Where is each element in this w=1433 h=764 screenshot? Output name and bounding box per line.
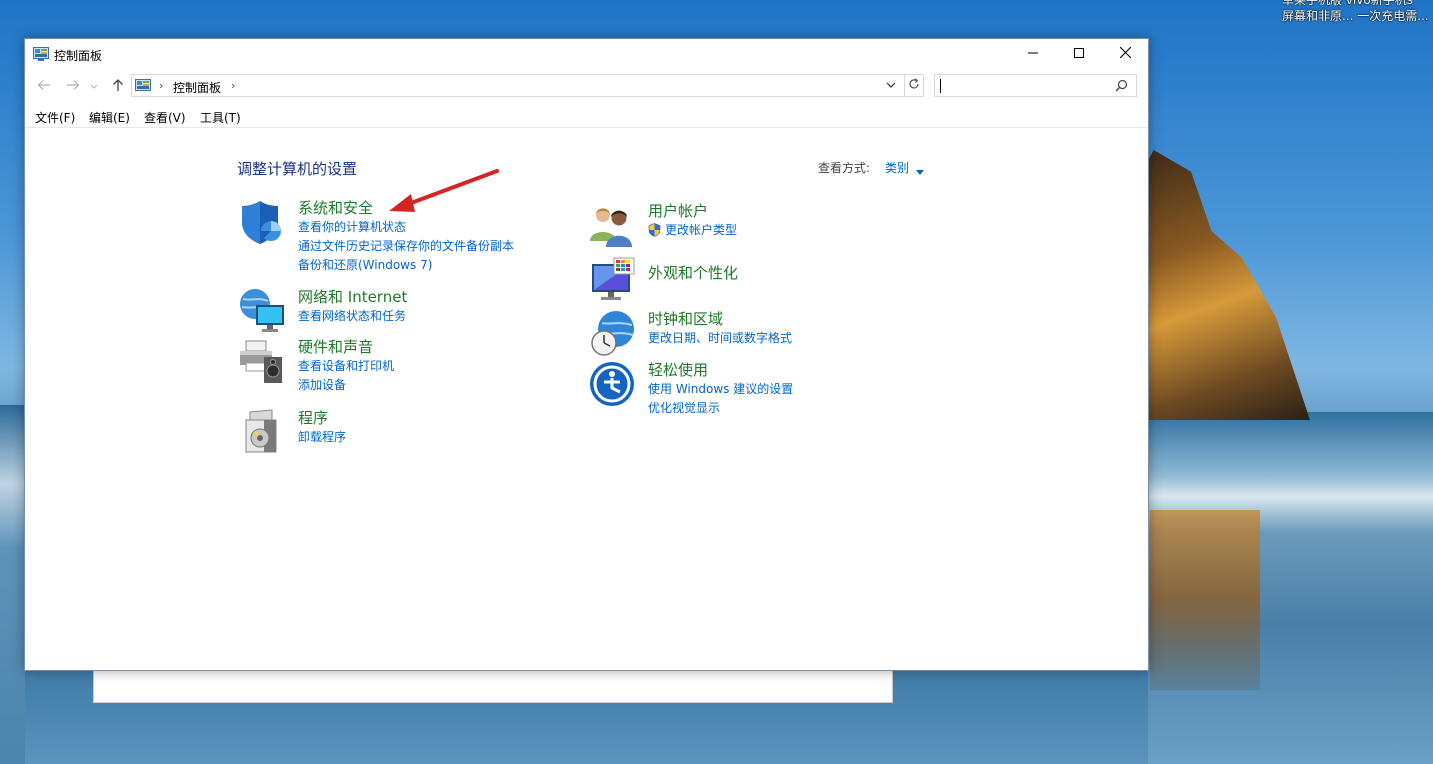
control-panel-icon: [135, 79, 151, 96]
category-link[interactable]: 优化视觉显示: [648, 399, 948, 418]
category-text: 时钟和区域 更改日期、时间或数字格式: [648, 309, 948, 348]
maximize-button[interactable]: [1056, 39, 1102, 69]
category-title[interactable]: 轻松使用: [648, 360, 948, 380]
back-button[interactable]: [35, 78, 53, 94]
minimize-button[interactable]: [1010, 39, 1056, 69]
category-title[interactable]: 用户帐户: [648, 201, 948, 221]
address-bar[interactable]: › 控制面板 ›: [131, 74, 905, 97]
minimize-icon: [1028, 47, 1038, 61]
refresh-button[interactable]: [904, 74, 924, 97]
control-panel-content: 调整计算机的设置 查看方式: 类别 系统和安全 查看你的计算机状态 通过文件历史…: [25, 128, 1148, 671]
breadcrumb-control-panel[interactable]: 控制面板: [173, 79, 221, 96]
desktop-notification-line1: 草莱手机版 vivo新手机s: [1282, 0, 1413, 7]
breadcrumb-separator-icon[interactable]: ›: [231, 79, 235, 92]
uac-shield-icon: [648, 223, 661, 243]
close-icon: [1119, 46, 1131, 61]
category-link[interactable]: 更改帐户类型: [648, 221, 948, 240]
title-bar[interactable]: 控制面板: [25, 39, 1148, 69]
menu-tools[interactable]: 工具(T): [200, 109, 241, 126]
search-input[interactable]: [938, 77, 1108, 94]
annotation-arrow-icon: [385, 168, 505, 221]
forward-button[interactable]: [64, 78, 82, 94]
category-title[interactable]: 网络和 Internet: [298, 287, 598, 307]
category-title[interactable]: 硬件和声音: [298, 337, 598, 357]
desktop-background-reflection: [1150, 510, 1260, 690]
category-link[interactable]: 更改日期、时间或数字格式: [648, 329, 948, 348]
menu-file[interactable]: 文件(F): [35, 109, 75, 126]
refresh-icon: [908, 78, 920, 93]
chevron-down-icon[interactable]: [916, 164, 924, 178]
desktop-notification-text[interactable]: 草莱手机版 vivo新手机s 屏幕和非原... 一次充电需...: [1282, 0, 1433, 24]
menu-view[interactable]: 查看(V): [144, 109, 186, 126]
forward-arrow-icon: [66, 79, 80, 94]
navigation-bar: › 控制面板 ›: [25, 74, 1148, 98]
printer-speaker-icon[interactable]: [238, 337, 286, 385]
search-box[interactable]: [934, 74, 1137, 97]
chevron-down-icon: [886, 80, 896, 94]
menu-edit[interactable]: 编辑(E): [89, 109, 130, 126]
recent-locations-button[interactable]: [88, 78, 100, 94]
maximize-icon: [1074, 47, 1084, 61]
close-button[interactable]: [1102, 39, 1148, 69]
address-dropdown-button[interactable]: [886, 79, 896, 94]
page-title: 调整计算机的设置: [237, 160, 358, 178]
category-text: 网络和 Internet 查看网络状态和任务: [298, 287, 598, 326]
category-link[interactable]: 使用 Windows 建议的设置: [648, 380, 948, 399]
network-globe-icon[interactable]: [238, 287, 286, 335]
clock-globe-icon[interactable]: [588, 309, 636, 357]
desktop-background-cliff: [1140, 150, 1310, 420]
users-icon[interactable]: [588, 201, 636, 249]
menu-bar: 文件(F) 编辑(E) 查看(V) 工具(T): [25, 106, 1148, 126]
programs-disc-icon[interactable]: [238, 408, 286, 456]
category-title[interactable]: 外观和个性化: [648, 263, 948, 283]
desktop-background-left: [0, 405, 25, 764]
desktop-notification-line2: 屏幕和非原... 一次充电需...: [1282, 9, 1429, 23]
shield-icon[interactable]: [238, 198, 286, 246]
category-text: 硬件和声音 查看设备和打印机 添加设备: [298, 337, 598, 395]
change-account-type-link[interactable]: 更改帐户类型: [665, 223, 737, 237]
category-title[interactable]: 程序: [298, 408, 598, 428]
category-link[interactable]: 通过文件历史记录保存你的文件备份副本: [298, 237, 598, 256]
category-text: 用户帐户 更改帐户类型: [648, 201, 948, 240]
category-text: 轻松使用 使用 Windows 建议的设置 优化视觉显示: [648, 360, 948, 418]
category-text: 外观和个性化: [648, 263, 948, 283]
search-icon[interactable]: [1115, 79, 1128, 95]
window-title: 控制面板: [54, 49, 103, 63]
breadcrumb-separator-icon[interactable]: ›: [159, 79, 163, 92]
monitor-palette-icon[interactable]: [588, 256, 636, 304]
category-link[interactable]: 备份和还原(Windows 7): [298, 256, 598, 275]
ease-of-access-icon[interactable]: [588, 360, 636, 408]
category-text: 程序 卸载程序: [298, 408, 598, 447]
back-arrow-icon: [37, 79, 51, 94]
up-button[interactable]: [109, 78, 127, 94]
up-arrow-icon: [112, 78, 124, 95]
category-link[interactable]: 查看网络状态和任务: [298, 307, 598, 326]
view-by-dropdown[interactable]: 类别: [885, 159, 909, 176]
category-link[interactable]: 查看设备和打印机: [298, 357, 598, 376]
control-panel-icon: [33, 47, 49, 64]
category-link[interactable]: 添加设备: [298, 376, 598, 395]
control-panel-window: 控制面板 › 控制面板 › 文件(F) 编辑(E) 查看(V) 工具(T) 调整…: [24, 38, 1149, 671]
view-by-label: 查看方式:: [818, 161, 871, 175]
chevron-down-icon: [90, 79, 98, 93]
category-link[interactable]: 卸载程序: [298, 428, 598, 447]
category-title[interactable]: 时钟和区域: [648, 309, 948, 329]
